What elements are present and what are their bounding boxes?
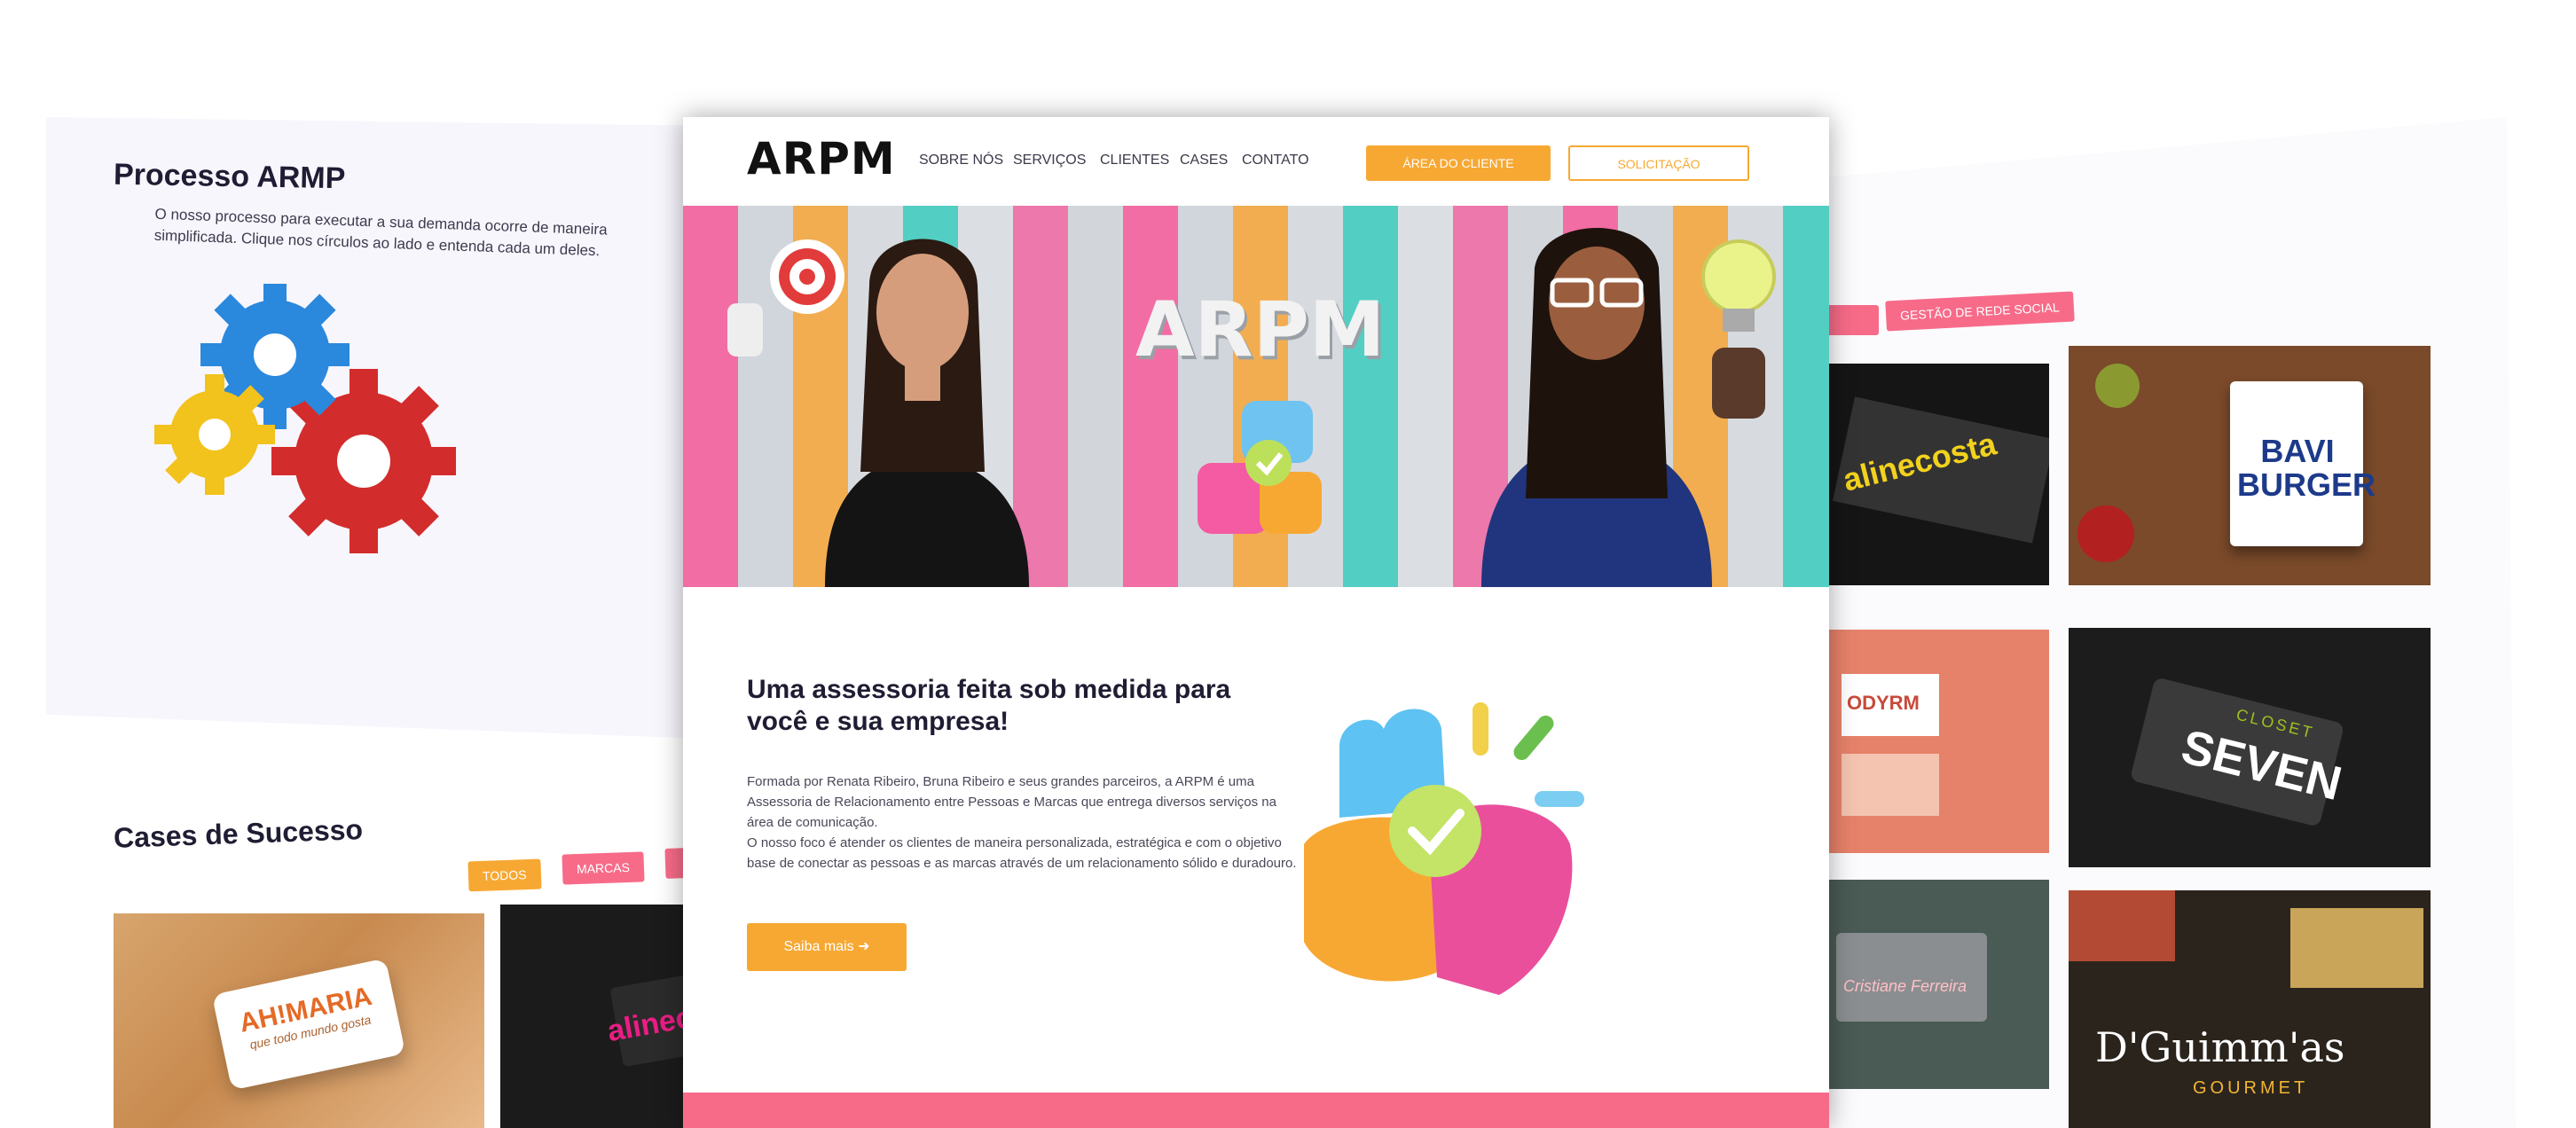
intro-paragraph-1: Formada por Renata Ribeiro, Bruna Ribeir… [747, 774, 1276, 830]
saiba-mais-button[interactable]: Saiba mais ➜ [747, 923, 907, 971]
arrow-right-icon: ➜ [858, 939, 870, 954]
cristiane-brand: Cristiane Ferreira [1843, 977, 1967, 995]
lightbulb-icon [1701, 239, 1776, 419]
case-tile-seven[interactable]: CLOSET SEVEN [2069, 628, 2431, 867]
solicitacao-button[interactable]: SOLICITAÇÃO [1568, 145, 1749, 181]
nav-sobre-nos[interactable]: SOBRE NÓS [919, 153, 1003, 168]
gears-icon[interactable] [151, 284, 470, 568]
nav-servicos[interactable]: SERVIÇOS [1013, 153, 1086, 168]
intro-paragraph-2: O nosso foco é atender os clientes de ma… [747, 835, 1297, 871]
filter-marcas[interactable]: MARCAS [562, 851, 645, 885]
puzzle-icon [1304, 702, 1584, 995]
saiba-mais-label: Saiba mais [783, 939, 854, 954]
target-icon [727, 239, 844, 356]
case-tile-dguimmas[interactable]: D'Guimm'as GOURMET [2069, 890, 2431, 1128]
left-page-preview: Processo ARMP O nosso processo para exec… [46, 117, 727, 1128]
case-tile-alinecosta[interactable]: alinecosta [1824, 364, 2049, 585]
dguimmas-sub: GOURMET [2193, 1078, 2309, 1098]
right-page-preview: GESTÃO DE REDE SOCIAL alinecosta BAVI BU… [1824, 117, 2516, 1128]
filter-todos[interactable]: TODOS [467, 858, 542, 892]
pink-footer-band [683, 1093, 1829, 1128]
cases-title: Cases de Sucesso [113, 813, 364, 854]
nav-cases[interactable]: CASES [1180, 153, 1228, 168]
case-tile-cristiane[interactable]: Cristiane Ferreira [1824, 880, 2049, 1089]
process-title: Processo ARMP [113, 157, 346, 196]
puzzle-small-icon [1198, 401, 1322, 534]
filter-chip-partial[interactable] [1824, 305, 1879, 335]
case-tile-baviburger[interactable]: BAVI BURGER [2069, 346, 2431, 585]
area-cliente-button[interactable]: ÁREA DO CLIENTE [1366, 145, 1551, 181]
ahmaria-tag: AH!MARIA que todo mundo gosta [211, 958, 406, 1091]
case-card-ahmaria[interactable]: AH!MARIA que todo mundo gosta [114, 913, 484, 1128]
baviburger-brand: BAVI BURGER [2237, 433, 2376, 503]
hero-logo: ARPM [1135, 286, 1386, 374]
odyrm-brand: ODYRM [1847, 692, 1920, 714]
case-tile-odyrm[interactable]: ODYRM [1824, 630, 2049, 853]
top-navbar: ARPM SOBRE NÓS SERVIÇOS CLIENTES CASES C… [683, 117, 1829, 206]
dguimmas-brand: D'Guimm'as [2095, 1023, 2345, 1071]
intro-title: Uma assessoria feita sob medida para voc… [747, 675, 1231, 736]
nav-contato[interactable]: CONTATO [1242, 153, 1309, 168]
nav-clientes[interactable]: CLIENTES [1100, 153, 1169, 168]
main-page-preview: ARPM SOBRE NÓS SERVIÇOS CLIENTES CASES C… [683, 117, 1829, 1128]
intro-text: Formada por Renata Ribeiro, Bruna Ribeir… [747, 772, 1297, 873]
site-logo[interactable]: ARPM [747, 133, 896, 184]
filter-gestao[interactable]: GESTÃO DE REDE SOCIAL [1885, 291, 2075, 332]
hero-banner: ARPM [683, 206, 1829, 587]
